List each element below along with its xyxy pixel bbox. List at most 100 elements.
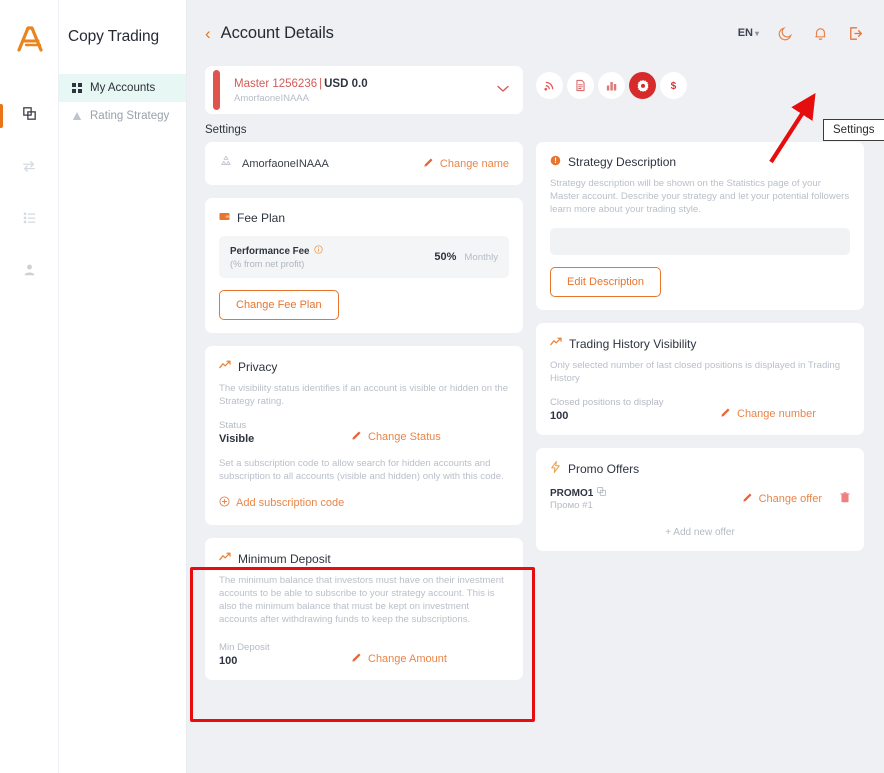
privacy-header: Privacy: [219, 359, 509, 374]
minimum-deposit-title: Minimum Deposit: [238, 552, 331, 566]
rss-icon[interactable]: [536, 72, 563, 99]
performance-fee-label-wrap: Performance Fee: [230, 245, 323, 257]
account-name: Master 1256236: [234, 78, 317, 90]
transfer-icon: [22, 159, 36, 178]
change-number-button[interactable]: Change number: [720, 407, 816, 422]
privacy-description: The visibility status identifies if an a…: [219, 382, 509, 408]
trend-icon: [219, 551, 231, 566]
trading-history-block: Closed positions to display 100: [550, 385, 720, 422]
page-title: Account Details: [221, 24, 334, 43]
promo-offers-title: Promo Offers: [568, 462, 639, 476]
account-info: Master 1256236|USD 0.0 AmorfaoneINAAA: [234, 77, 497, 104]
pencil-icon: [742, 492, 753, 506]
chart-icon[interactable]: [598, 72, 625, 99]
svg-text:$: $: [671, 81, 677, 92]
privacy-status-label: Status: [219, 420, 351, 431]
strategy-description-title: Strategy Description: [568, 155, 676, 169]
promo-subtitle: Промо #1: [550, 500, 606, 511]
copy-icon[interactable]: [597, 487, 606, 499]
moon-icon[interactable]: [777, 25, 794, 42]
sidebar-item-rating-strategy[interactable]: Rating Strategy: [59, 102, 186, 130]
sidebar-nav: My Accounts Rating Strategy: [59, 74, 186, 130]
performance-fee-sublabel: (% from net profit): [230, 259, 323, 269]
copy-icon: [23, 107, 36, 125]
topbar-actions: EN ▾: [738, 25, 864, 42]
settings-section-label: Settings: [205, 124, 884, 136]
logout-icon[interactable]: [847, 25, 864, 42]
document-icon[interactable]: [567, 72, 594, 99]
strategy-description-text: Strategy description will be shown on th…: [550, 177, 850, 216]
rail-item-copy[interactable]: [0, 90, 58, 142]
account-status-bar: [213, 70, 220, 110]
sidebar-item-label: Rating Strategy: [90, 110, 169, 122]
gear-icon[interactable]: [629, 72, 656, 99]
promo-code: PROMO1: [550, 488, 593, 499]
privacy-note: Set a subscription code to allow search …: [219, 457, 509, 483]
language-selector[interactable]: EN ▾: [738, 27, 759, 39]
change-amount-label: Change Amount: [368, 653, 447, 665]
back-icon[interactable]: ‹: [205, 25, 211, 42]
change-amount-button[interactable]: Change Amount: [351, 652, 447, 667]
trash-icon[interactable]: [840, 492, 850, 506]
account-balance: USD 0.0: [324, 78, 367, 90]
change-name-label: Change name: [440, 158, 509, 170]
quick-actions: $: [536, 72, 687, 99]
sidebar: Copy Trading My Accounts: [59, 0, 187, 773]
performance-fee-label: Performance Fee: [230, 246, 310, 257]
change-status-button[interactable]: Change Status: [351, 430, 441, 445]
minimum-deposit-header: Minimum Deposit: [219, 551, 509, 566]
promo-code-wrap: PROMO1: [550, 487, 606, 499]
account-name-card: AmorfaoneINAAA Change name: [205, 142, 523, 185]
account-selector[interactable]: Master 1256236|USD 0.0 AmorfaoneINAAA: [205, 66, 523, 114]
pencil-icon: [351, 652, 362, 666]
settings-tooltip: Settings: [823, 119, 884, 141]
page-header: ‹ Account Details: [205, 24, 334, 43]
recycle-icon: [219, 154, 233, 173]
rail-item-profile[interactable]: [0, 246, 58, 298]
performance-fee-values: 50% Monthly: [434, 251, 498, 263]
promo-item-actions: Change offer: [742, 492, 850, 506]
account-name-value: AmorfaoneINAAA: [242, 158, 329, 170]
privacy-card: Privacy The visibility status identifies…: [205, 346, 523, 525]
trading-history-row: Closed positions to display 100 Change n…: [550, 385, 850, 422]
privacy-title: Privacy: [238, 360, 277, 374]
rail-item-transfer[interactable]: [0, 142, 58, 194]
app-logo: [12, 22, 46, 56]
list-icon: [23, 211, 36, 229]
change-name-button[interactable]: Change name: [423, 157, 509, 171]
minimum-deposit-value: 100: [219, 655, 351, 667]
fee-plan-card: Fee Plan Performance Fee: [205, 198, 523, 333]
rail-item-list[interactable]: [0, 194, 58, 246]
topbar: ‹ Account Details EN ▾: [187, 0, 884, 66]
strategy-description-card: Strategy Description Strategy descriptio…: [536, 142, 864, 310]
minimum-deposit-block: Min Deposit 100: [219, 630, 351, 667]
trading-history-card: Trading History Visibility Only selected…: [536, 323, 864, 435]
sidebar-item-my-accounts[interactable]: My Accounts: [59, 74, 186, 102]
chevron-down-icon[interactable]: [497, 84, 509, 96]
dollar-icon[interactable]: $: [660, 72, 687, 99]
pencil-icon: [351, 430, 362, 444]
info-icon[interactable]: [314, 245, 323, 257]
account-title-line: Master 1256236|USD 0.0: [234, 77, 497, 91]
triangle-icon: [71, 111, 82, 122]
privacy-status-row: Status Visible Change Status: [219, 408, 509, 445]
rail-item-list: [0, 90, 58, 298]
change-fee-plan-button[interactable]: Change Fee Plan: [219, 290, 339, 320]
change-offer-label: Change offer: [759, 493, 822, 505]
bell-icon[interactable]: [812, 25, 829, 42]
trend-icon: [219, 359, 231, 374]
edit-description-button[interactable]: Edit Description: [550, 267, 661, 297]
trend-icon: [550, 336, 562, 351]
change-offer-button[interactable]: Change offer: [742, 492, 822, 506]
add-new-offer-button[interactable]: + Add new offer: [550, 527, 850, 538]
icon-rail: [0, 0, 59, 773]
strategy-description-input[interactable]: [550, 228, 850, 255]
wallet-icon: [219, 211, 230, 225]
performance-fee-row: Performance Fee (% from net profit): [219, 236, 509, 278]
user-icon: [23, 263, 36, 281]
fee-plan-title: Fee Plan: [237, 211, 285, 225]
add-subscription-code-wrap: Add subscription code: [219, 494, 509, 512]
add-subscription-code-button[interactable]: Add subscription code: [219, 496, 344, 510]
left-column: AmorfaoneINAAA Change name: [205, 142, 523, 680]
account-separator: |: [319, 78, 322, 90]
